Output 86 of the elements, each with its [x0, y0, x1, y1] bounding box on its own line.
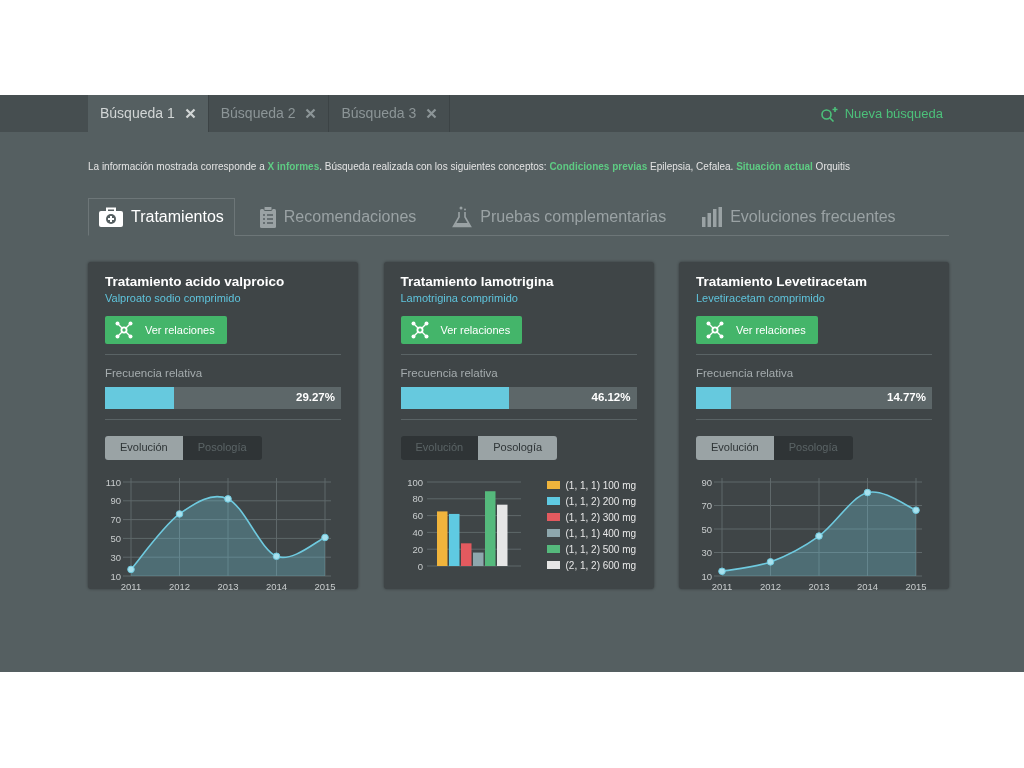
- legend-label: (1, 1, 1) 100 mg: [565, 478, 637, 493]
- card-title: Tratamiento lamotrigina: [400, 275, 555, 290]
- axis-label: 2011: [711, 580, 733, 592]
- axis-label: 2013: [808, 580, 830, 592]
- view-toggle[interactable]: Evolución: [105, 435, 183, 460]
- view-toggle[interactable]: Posología: [478, 435, 558, 460]
- axis-label: 50: [110, 532, 121, 544]
- frequency-value: 29.27%: [296, 389, 336, 405]
- axis-label: 100: [406, 476, 423, 488]
- info-text: La información mostrada corresponde a X informes. Búsqueda realizada con los siguientes conceptos: Condiciones previas Epilepsia, Cefalea. Situación actual Orquitis: [88, 160, 852, 174]
- axis-label: 30: [110, 551, 121, 563]
- data-point: [224, 494, 232, 503]
- chart-bar: [496, 504, 507, 566]
- axis-label: 2015: [905, 580, 927, 592]
- bar-chart-icon: [702, 207, 723, 227]
- close-icon: [305, 108, 317, 119]
- section-tab[interactable]: Pruebas complementarias: [441, 198, 678, 236]
- axis-label: 2015: [314, 580, 336, 592]
- legend-label: (2, 1, 2) 600 mg: [565, 558, 637, 573]
- axis-label: 110: [105, 476, 121, 488]
- frequency-value: 46.12%: [591, 389, 632, 405]
- axis-label: 70: [701, 499, 712, 511]
- network-icon: [706, 321, 724, 340]
- legend-label: (1, 1, 2) 200 mg: [565, 494, 637, 509]
- section-tab[interactable]: Evoluciones frecuentes: [691, 198, 907, 236]
- axis-label: 30: [701, 546, 712, 558]
- axis-label: 10: [701, 570, 712, 582]
- frequency-value: 14.77%: [887, 389, 927, 405]
- view-toggle[interactable]: Evolución: [696, 435, 774, 460]
- search-tab[interactable]: Búsqueda 3: [329, 95, 451, 132]
- axis-label: 0: [417, 560, 423, 572]
- relations-button[interactable]: Ver relaciones: [400, 316, 523, 345]
- data-point: [321, 533, 329, 541]
- data-point: [272, 552, 281, 560]
- axis-label: 2011: [120, 580, 142, 592]
- legend-label: (1, 1, 2) 300 mg: [565, 510, 637, 525]
- relations-button[interactable]: Ver relaciones: [696, 316, 818, 345]
- card-title: Tratamiento acido valproico: [105, 275, 286, 290]
- card-subtitle: Valproato sodio comprimido: [105, 290, 242, 306]
- axis-label: 90: [701, 476, 712, 488]
- axis-label: 40: [411, 526, 423, 538]
- search-add-icon: [819, 105, 839, 122]
- new-search-button[interactable]: Nueva búsqueda: [813, 95, 949, 132]
- relations-button[interactable]: Ver relaciones: [105, 316, 227, 345]
- frequency-label: Frecuencia relativa: [696, 366, 795, 382]
- legend-label: (1, 1, 1) 400 mg: [565, 526, 637, 541]
- data-point: [766, 557, 775, 566]
- data-point: [718, 567, 726, 575]
- flask-icon: [452, 206, 473, 228]
- frequency-label: Frecuencia relativa: [105, 366, 204, 382]
- tab-label: Búsqueda 3: [341, 104, 417, 123]
- frequency-label: Frecuencia relativa: [400, 366, 499, 382]
- axis-label: 50: [701, 523, 712, 535]
- card-subtitle: Levetiracetam comprimido: [696, 290, 826, 306]
- axis-label: 2012: [168, 580, 191, 592]
- axis-label: 80: [411, 492, 423, 504]
- section-tab[interactable]: Recomendaciones: [248, 198, 428, 236]
- network-icon: [115, 321, 133, 340]
- tab-label: Búsqueda 1: [100, 104, 175, 123]
- search-tab[interactable]: Búsqueda 1: [88, 95, 209, 132]
- network-icon: [410, 321, 429, 340]
- axis-label: 60: [411, 509, 423, 521]
- close-icon: [426, 108, 438, 119]
- data-point: [175, 509, 184, 518]
- tab-label: Búsqueda 2: [220, 104, 296, 123]
- clipboard-icon: [259, 206, 276, 228]
- axis-label: 2013: [217, 580, 239, 592]
- chart-bar: [436, 511, 447, 566]
- axis-label: 10: [110, 570, 121, 582]
- data-point: [912, 506, 920, 514]
- card-subtitle: Lamotrigina comprimido: [400, 290, 519, 306]
- search-tab[interactable]: Búsqueda 2: [208, 95, 330, 132]
- axis-label: 2014: [265, 580, 288, 592]
- medkit-icon: [99, 207, 123, 227]
- axis-label: 90: [110, 494, 121, 506]
- data-point: [127, 565, 135, 573]
- section-tab[interactable]: Tratamientos: [88, 198, 235, 236]
- close-icon: [184, 108, 196, 119]
- axis-label: 2014: [856, 580, 879, 592]
- data-point: [815, 531, 823, 540]
- card-title: Tratamiento Levetiracetam: [696, 275, 869, 290]
- axis-label: 20: [411, 543, 423, 555]
- legend-label: (1, 1, 2) 500 mg: [565, 542, 637, 557]
- data-point: [863, 488, 872, 496]
- axis-label: 2012: [759, 580, 782, 592]
- axis-label: 70: [110, 513, 121, 525]
